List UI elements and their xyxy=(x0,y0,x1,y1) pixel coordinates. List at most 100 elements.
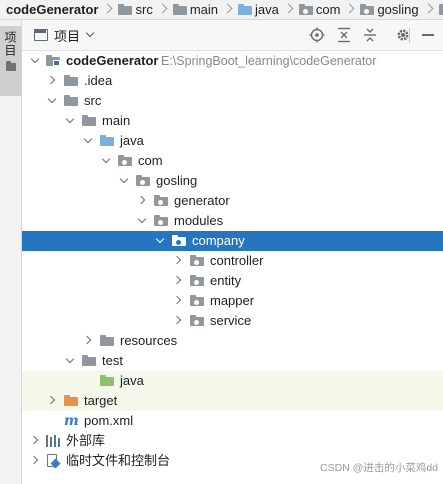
chevron-down-icon[interactable] xyxy=(83,131,93,151)
breadcrumb-label: codeGenerator xyxy=(6,2,99,17)
settings-icon[interactable] xyxy=(394,26,412,44)
package-icon xyxy=(190,315,204,326)
breadcrumb-label: java xyxy=(255,2,279,17)
chevron-down-icon[interactable] xyxy=(137,211,147,231)
project-module-icon xyxy=(46,55,60,66)
chevron-right-icon[interactable] xyxy=(83,331,93,351)
project-view-selector[interactable]: 项目 xyxy=(34,24,95,46)
folder-icon xyxy=(172,4,187,15)
breadcrumb-item-com[interactable]: com xyxy=(293,0,355,19)
package-icon xyxy=(438,4,443,15)
tree-item-resources[interactable]: resources xyxy=(22,331,443,351)
breadcrumb-label: main xyxy=(189,2,219,17)
chevron-down-icon[interactable] xyxy=(155,231,165,251)
folder-icon xyxy=(64,75,78,86)
tree-item-label: 临时文件和控制台 xyxy=(66,453,171,468)
tree-item-service[interactable]: service xyxy=(22,311,443,331)
chevron-right-icon xyxy=(224,0,232,19)
tree-item-test[interactable]: test xyxy=(22,351,443,371)
tree-item-codegenerator[interactable]: codeGenerator E:\SpringBoot_learning\cod… xyxy=(22,51,443,71)
folder-icon xyxy=(64,95,78,106)
tree-item-pom[interactable]: m pom.xml xyxy=(22,411,443,431)
project-tab-label: 项目 xyxy=(3,31,17,57)
tree-item-target[interactable]: target xyxy=(22,391,443,411)
tree-item-company[interactable]: company xyxy=(22,231,443,251)
tree-item-mapper[interactable]: mapper xyxy=(22,291,443,311)
tree-item-main[interactable]: main xyxy=(22,111,443,131)
folder-icon xyxy=(82,115,96,126)
breadcrumb-label: gosling xyxy=(377,2,419,17)
breadcrumb-item-modules[interactable]: modules xyxy=(433,0,443,19)
tree-item-label: generator xyxy=(174,193,230,208)
locate-icon[interactable] xyxy=(308,26,326,44)
package-icon xyxy=(298,4,313,15)
chevron-right-icon[interactable] xyxy=(47,71,57,91)
project-tool-tab[interactable]: 项目 xyxy=(0,26,21,96)
tree-item-gosling[interactable]: gosling xyxy=(22,171,443,191)
tree-item-label: modules xyxy=(174,213,224,228)
hide-icon[interactable] xyxy=(419,26,437,44)
left-tool-strip: 项目 xyxy=(0,20,22,484)
chevron-right-icon[interactable] xyxy=(30,451,40,471)
tree-item-external-libraries[interactable]: 外部库 xyxy=(22,431,443,451)
breadcrumb-item-java[interactable]: java xyxy=(232,0,293,19)
chevron-down-icon[interactable] xyxy=(30,51,40,71)
package-icon xyxy=(190,295,204,306)
chevron-right-icon[interactable] xyxy=(173,311,183,331)
package-icon xyxy=(136,175,150,186)
project-window-icon xyxy=(34,29,48,41)
collapse-all-icon[interactable] xyxy=(361,26,379,44)
tree-item-label: src xyxy=(84,93,102,108)
chevron-right-icon[interactable] xyxy=(173,251,183,271)
tree-item-entity[interactable]: entity xyxy=(22,271,443,291)
folder-icon xyxy=(5,61,16,71)
breadcrumb-item-src[interactable]: src xyxy=(112,0,166,19)
library-icon xyxy=(46,435,60,447)
resources-folder-icon xyxy=(100,335,114,346)
breadcrumb-item-main[interactable]: main xyxy=(167,0,232,19)
tree-item-label: mapper xyxy=(210,293,255,308)
chevron-down-icon[interactable] xyxy=(65,111,75,131)
chevron-right-icon[interactable] xyxy=(173,291,183,311)
folder-icon xyxy=(118,4,133,15)
chevron-right-icon[interactable] xyxy=(47,391,57,411)
excluded-folder-icon xyxy=(64,395,78,406)
project-panel-header: 项目 xyxy=(22,20,443,51)
project-tree: codeGenerator E:\SpringBoot_learning\cod… xyxy=(22,51,443,484)
chevron-right-icon xyxy=(425,0,433,19)
tree-item-label: target xyxy=(84,393,118,408)
tree-item-label: java xyxy=(120,373,144,388)
tree-item-label: controller xyxy=(210,253,264,268)
tree-item-src[interactable]: src xyxy=(22,91,443,111)
source-folder-icon xyxy=(100,135,114,146)
chevron-right-icon[interactable] xyxy=(137,191,147,211)
tree-item-label: main xyxy=(102,113,131,128)
chevron-down-icon[interactable] xyxy=(101,151,111,171)
tree-item-label: com xyxy=(138,153,163,168)
tree-item-modules[interactable]: modules xyxy=(22,211,443,231)
tree-item-label: .idea xyxy=(84,73,113,88)
tree-item-com[interactable]: com xyxy=(22,151,443,171)
folder-icon xyxy=(82,355,96,366)
tree-item-generator[interactable]: generator xyxy=(22,191,443,211)
chevron-down-icon[interactable] xyxy=(119,171,129,191)
tree-item-java[interactable]: java xyxy=(22,131,443,151)
project-view-label: 项目 xyxy=(54,28,81,44)
source-folder-icon xyxy=(238,4,253,15)
chevron-down-icon[interactable] xyxy=(47,91,57,111)
package-icon xyxy=(360,4,375,15)
breadcrumb-item-gosling[interactable]: gosling xyxy=(354,0,433,19)
tree-item-label: entity xyxy=(210,273,242,288)
tree-item-test-java[interactable]: java xyxy=(22,371,443,391)
package-icon xyxy=(190,275,204,286)
breadcrumb-label: src xyxy=(135,2,153,17)
chevron-right-icon[interactable] xyxy=(173,271,183,291)
tree-item-controller[interactable]: controller xyxy=(22,251,443,271)
package-icon xyxy=(118,155,132,166)
maven-file-icon: m xyxy=(64,413,79,429)
tree-item-idea[interactable]: .idea xyxy=(22,71,443,91)
chevron-right-icon[interactable] xyxy=(30,431,40,451)
breadcrumb-item-codegenerator[interactable]: codeGenerator xyxy=(0,0,112,19)
expand-all-icon[interactable] xyxy=(335,26,353,44)
chevron-down-icon[interactable] xyxy=(65,351,75,371)
